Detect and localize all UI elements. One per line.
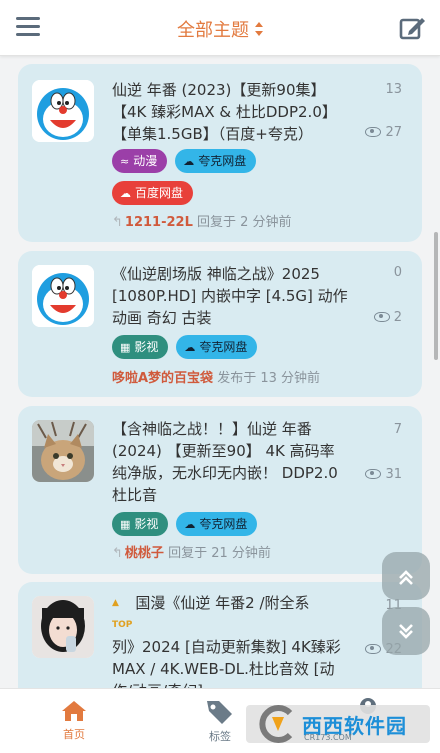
tag-icon	[207, 701, 232, 724]
top-app-bar: 全部主题	[0, 0, 440, 56]
author-link[interactable]: 桃桃子	[125, 546, 164, 561]
scroll-to-top-button[interactable]	[382, 552, 430, 600]
watermark-logo-icon	[259, 705, 293, 743]
avatar-doraemon[interactable]	[32, 80, 94, 142]
film-icon: ▦	[120, 518, 131, 531]
nav-home[interactable]: 首页	[52, 699, 96, 742]
eye-icon	[373, 311, 390, 322]
topic-card[interactable]: ▲ TOP国漫《仙逆 年番2 /附全系 列》2024 [自动更新集数] 4K臻彩 …	[18, 582, 422, 688]
avatar-doraemon[interactable]	[32, 265, 94, 327]
compose-icon[interactable]	[398, 14, 426, 42]
film-icon: ▦	[120, 341, 131, 354]
topic-meta: ↰ 1211-22L 回复于 2 分钟前	[112, 211, 292, 230]
tag-quark-drive[interactable]: ☁ 夸克网盘	[175, 149, 257, 173]
tag-film[interactable]: ▦ 影视	[112, 335, 169, 359]
avatar-girl[interactable]	[32, 596, 94, 658]
reply-count: 13	[385, 82, 402, 97]
activity-time: 发布于 13 分钟前	[217, 371, 321, 386]
bottom-navigation: 首页 标签 西西软件园 CR173.COM	[0, 688, 440, 753]
topic-title[interactable]: 仙逆 年番 (2023)【更新90集】 【4K 臻彩MAX & 杜比DDP2.0…	[112, 79, 362, 145]
topic-list[interactable]: 仙逆 年番 (2023)【更新90集】 【4K 臻彩MAX & 杜比DDP2.0…	[0, 56, 440, 688]
topic-filter-dropdown[interactable]: 全部主题	[0, 16, 440, 42]
topic-title[interactable]: ▲ TOP国漫《仙逆 年番2 /附全系 列》2024 [自动更新集数] 4K臻彩 …	[112, 592, 362, 688]
watermark-subtext: CR173.COM	[304, 733, 352, 742]
scrollbar[interactable]	[434, 232, 438, 360]
view-count: 2	[342, 310, 402, 325]
eye-icon	[365, 126, 382, 137]
topic-card[interactable]: 【含神临之战！！】仙逆 年番 (2024) 【更新至90】 4K 高码率 纯净版…	[18, 406, 422, 574]
tag-baidu-drive[interactable]: ☁ 百度网盘	[112, 181, 194, 205]
eye-icon	[365, 643, 382, 654]
site-watermark: 西西软件园 CR173.COM	[246, 705, 430, 743]
reply-count: 0	[393, 265, 402, 280]
nav-tags-label: 标签	[209, 730, 231, 743]
reply-count: 7	[393, 422, 402, 437]
tag-film[interactable]: ▦ 影视	[112, 512, 169, 536]
topic-title[interactable]: 【含神临之战！！】仙逆 年番 (2024) 【更新至90】 4K 高码率 纯净版…	[112, 418, 362, 506]
topic-meta: 哆啦A梦的百宝袋 发布于 13 分钟前	[112, 367, 320, 386]
tag-anime[interactable]: ≈ 动漫	[112, 149, 168, 173]
topic-card[interactable]: 仙逆 年番 (2023)【更新90集】 【4K 臻彩MAX & 杜比DDP2.0…	[18, 64, 422, 242]
avatar-cat[interactable]	[32, 420, 94, 482]
view-count: 27	[342, 125, 402, 140]
cloud-icon: ☁	[184, 341, 196, 354]
author-link[interactable]: 哆啦A梦的百宝袋	[112, 371, 213, 386]
wave-icon: ≈	[120, 155, 130, 168]
reply-arrow-icon: ↰	[112, 215, 123, 230]
reply-arrow-icon: ↰	[112, 546, 123, 561]
cloud-icon: ☁	[183, 155, 195, 168]
sort-arrows-icon	[255, 22, 263, 36]
tag-list: ≈ 动漫 ☁ 夸克网盘 ☁ 百度网盘	[112, 149, 412, 213]
tag-list: ▦ 影视 ☁ 夸克网盘	[112, 335, 412, 367]
topic-card[interactable]: 《仙逆剧场版 神临之战》2025 [1080P.HD] 内嵌中字 [4.5G] …	[18, 251, 422, 397]
view-count: 31	[342, 467, 402, 482]
nav-tags[interactable]: 标签	[196, 699, 244, 744]
author-link[interactable]: 1211-22L	[125, 215, 193, 230]
tag-quark-drive[interactable]: ☁ 夸克网盘	[176, 335, 258, 359]
home-icon	[62, 701, 86, 721]
double-chevron-down-icon	[399, 623, 413, 639]
cloud-icon: ☁	[120, 187, 131, 200]
tag-quark-drive[interactable]: ☁ 夸克网盘	[176, 512, 258, 536]
top-pin-badge-icon: ▲ TOP	[112, 598, 133, 630]
eye-icon	[365, 468, 382, 479]
page-title: 全部主题	[177, 20, 249, 41]
scroll-to-bottom-button[interactable]	[382, 607, 430, 655]
tag-list: ▦ 影视 ☁ 夸克网盘	[112, 512, 412, 544]
double-chevron-up-icon	[399, 569, 413, 585]
activity-time: 回复于 2 分钟前	[197, 215, 292, 230]
topic-title[interactable]: 《仙逆剧场版 神临之战》2025 [1080P.HD] 内嵌中字 [4.5G] …	[112, 263, 362, 329]
topic-meta: ↰ 桃桃子 回复于 21 分钟前	[112, 542, 271, 561]
nav-home-label: 首页	[63, 728, 85, 741]
activity-time: 回复于 21 分钟前	[168, 546, 271, 561]
cloud-icon: ☁	[184, 518, 196, 531]
